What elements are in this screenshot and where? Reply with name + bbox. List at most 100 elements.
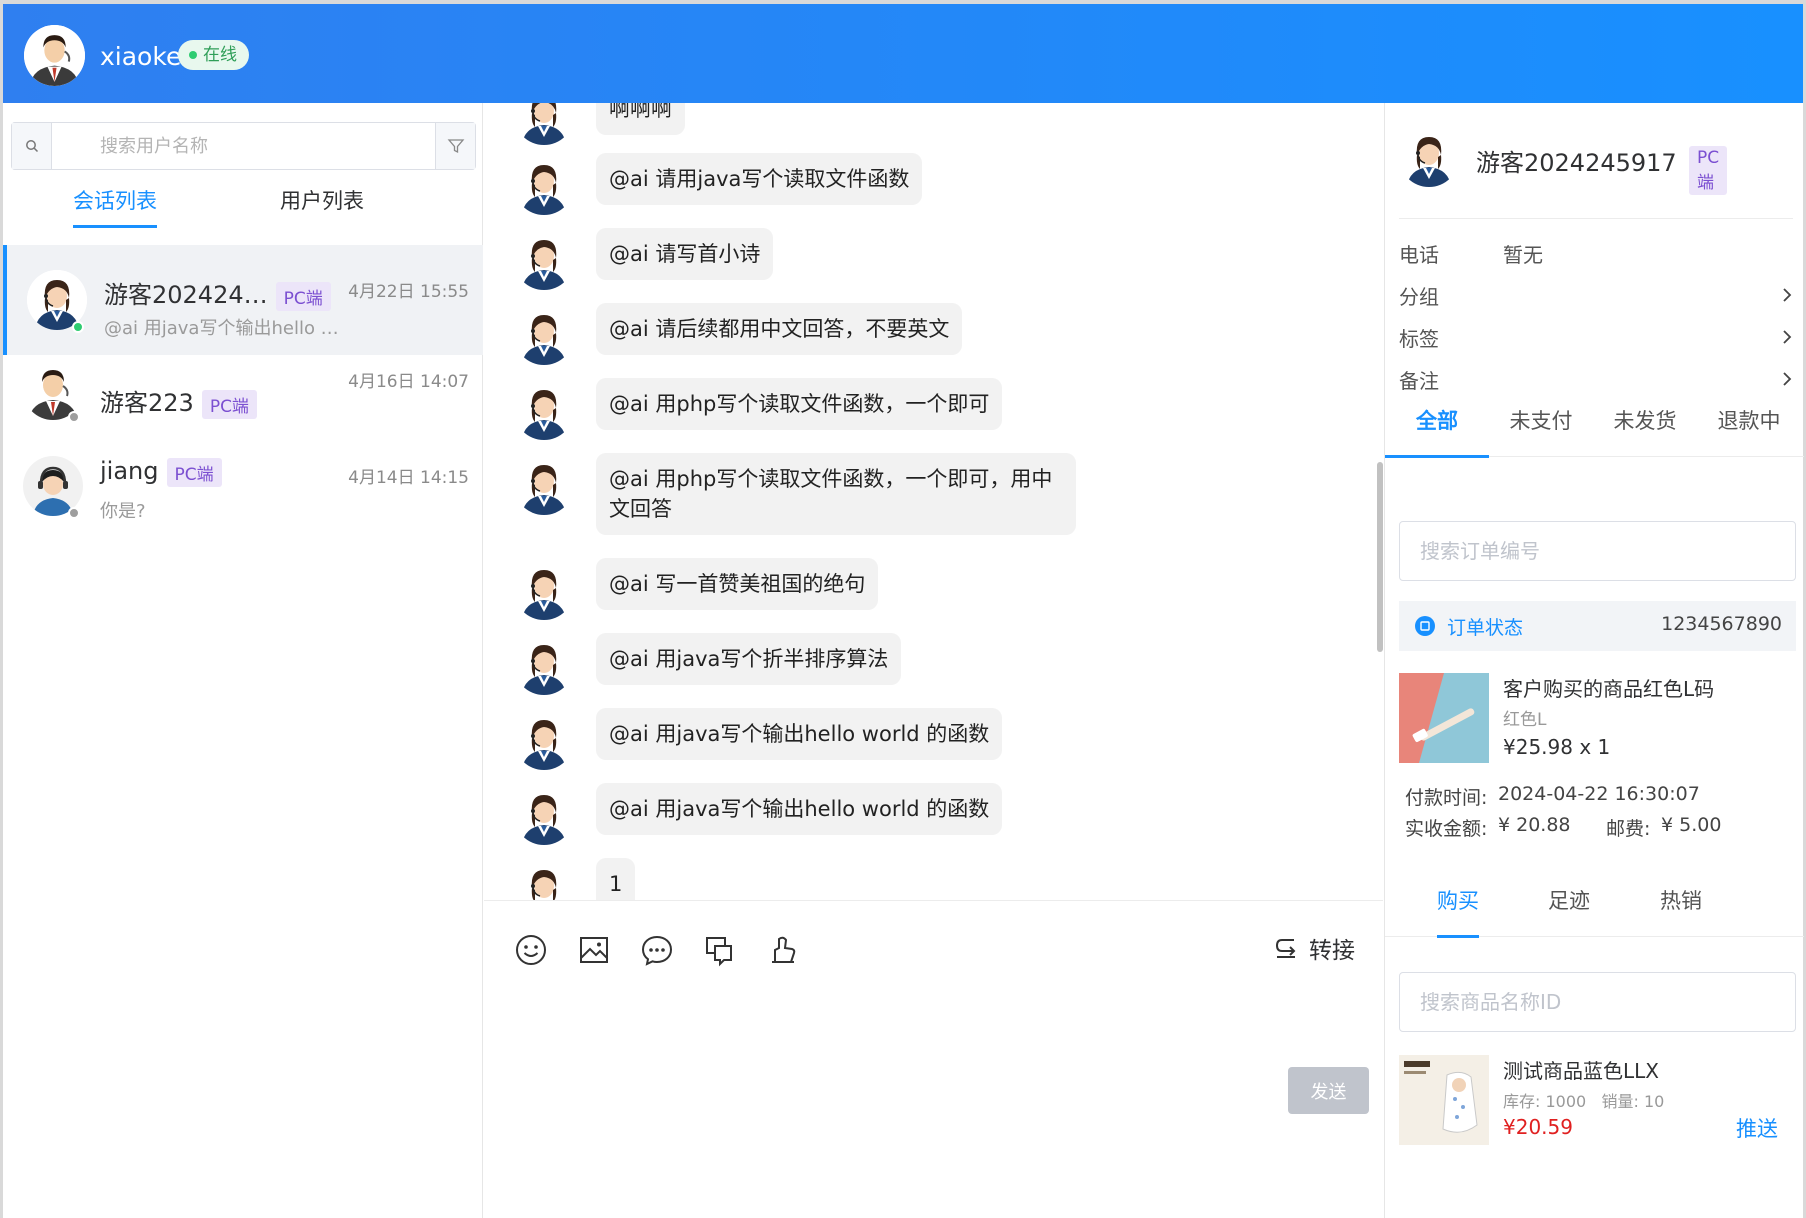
online-dot-icon (189, 51, 197, 59)
avatar (514, 560, 574, 620)
chevron-right-icon (1781, 285, 1793, 309)
transfer-icon (1275, 939, 1296, 958)
message-bubble[interactable]: 啊啊啊 (596, 103, 685, 135)
user-search-input[interactable] (52, 123, 435, 169)
order-search-input[interactable] (1399, 521, 1796, 581)
search-icon[interactable] (12, 123, 52, 169)
info-row-tags[interactable]: 标签 (1399, 323, 1793, 353)
top-header: xiaoke 在线 (3, 4, 1803, 103)
goods-tabs: 购买 足迹 热销 (1385, 885, 1804, 938)
conversation-item[interactable]: jiang PC端 4月14日 14:15 你是? (3, 443, 483, 553)
platform-tag: PC端 (166, 457, 222, 487)
conversation-item[interactable]: 游客202424… PC端 4月22日 15:55 @ai 用java写个输出he… (3, 245, 483, 355)
avatar (514, 305, 574, 365)
avatar (514, 380, 574, 440)
message-bubble[interactable]: @ai 用java写个输出hello world 的函数 (596, 708, 1003, 760)
tab-order-unshipped[interactable]: 未发货 (1593, 405, 1697, 457)
amount-value: ¥ 20.88 (1498, 814, 1571, 836)
online-dot-icon (72, 321, 84, 333)
tab-order-all[interactable]: 全部 (1385, 405, 1489, 458)
platform-tag: PC端 (1689, 146, 1728, 195)
tab-goods-purchased[interactable]: 购买 (1437, 885, 1479, 938)
avatar (514, 710, 574, 770)
chat-panel: 啊啊啊 @ai 请用java写个读取文件函数 @ai 请写首小诗 @ai 请后续… (484, 103, 1383, 1218)
goods-name: 测试商品蓝色LLX (1503, 1059, 1659, 1083)
tab-goods-hot[interactable]: 热销 (1660, 885, 1702, 937)
postage-label: 邮费: (1606, 818, 1651, 840)
order-number: 1234567890 (1661, 613, 1782, 635)
tab-user-list[interactable]: 用户列表 (280, 185, 364, 215)
conversation-name: jiang PC端 (100, 457, 222, 487)
goods-image (1399, 1055, 1489, 1145)
conversation-time: 4月22日 15:55 (348, 282, 469, 302)
info-row-group[interactable]: 分组 (1399, 281, 1793, 311)
conversation-list: 游客202424… PC端 4月22日 15:55 @ai 用java写个输出he… (3, 245, 483, 553)
pay-time-value: 2024-04-22 16:30:07 (1498, 783, 1700, 805)
conversation-item[interactable]: 游客223 PC端 4月16日 14:07 (3, 343, 483, 453)
sidebar-tabs: 会话列表 用户列表 (3, 185, 483, 245)
tab-order-refunding[interactable]: 退款中 (1697, 405, 1801, 457)
order-status-label: 订单状态 (1447, 617, 1524, 639)
avatar (1399, 127, 1459, 187)
tab-conversation-list[interactable]: 会话列表 (73, 185, 157, 228)
order-tabs: 全部 未支付 未发货 退款中 (1385, 405, 1804, 458)
tab-order-unpaid[interactable]: 未支付 (1489, 405, 1593, 457)
message-bubble[interactable]: @ai 用java写个输出hello world 的函数 (596, 783, 1003, 835)
sales-value: 10 (1643, 1092, 1665, 1111)
postage-value: ¥ 5.00 (1661, 814, 1722, 836)
order-status-icon (1415, 616, 1435, 636)
platform-tag: PC端 (201, 389, 257, 419)
message-bubble[interactable]: @ai 写一首赞美祖国的绝句 (596, 558, 879, 610)
send-button[interactable]: 发送 (1288, 1067, 1369, 1114)
platform-tag: PC端 (275, 281, 331, 311)
message-scrollbar[interactable] (1377, 462, 1383, 652)
conversation-sidebar: 会话列表 用户列表 游客202424…PC端 4月22日 15:55 @ai 用… (3, 103, 483, 1218)
info-label: 备注 (1399, 369, 1439, 393)
message-bubble[interactable]: @ai 用php写个读取文件函数，一个即可 (596, 378, 1003, 430)
message-bubble[interactable]: @ai 请后续都用中文回答，不要英文 (596, 303, 963, 355)
conversation-preview: 你是? (100, 501, 146, 522)
info-label: 电话 (1399, 243, 1439, 267)
stock-label: 库存: (1503, 1092, 1541, 1111)
order-status-bar[interactable]: 订单状态 1234567890 (1399, 601, 1796, 651)
goods-stats: 库存: 1000 销量: 10 (1503, 1088, 1664, 1112)
pay-time-label: 付款时间: (1405, 787, 1488, 809)
product-sku: 红色L (1503, 710, 1547, 730)
quick-reply-icon[interactable] (640, 933, 674, 967)
rate-icon[interactable] (766, 933, 800, 967)
image-icon[interactable] (577, 933, 611, 967)
order-product[interactable]: 客户购买的商品红色L码 红色L ¥25.98 x 1 (1399, 673, 1796, 767)
message-list[interactable]: 啊啊啊 @ai 请用java写个读取文件函数 @ai 请写首小诗 @ai 请后续… (484, 103, 1383, 900)
agent-avatar[interactable] (24, 25, 85, 86)
message-bubble[interactable]: @ai 请写首小诗 (596, 228, 774, 280)
goods-price: ¥20.59 (1503, 1115, 1573, 1139)
goods-item[interactable]: 测试商品蓝色LLX 库存: 1000 销量: 10 ¥20.59 推送 (1399, 1055, 1796, 1147)
message-bubble[interactable]: @ai 用php写个读取文件函数，一个即可，用中文回答 (596, 453, 1076, 535)
online-status-label: 在线 (203, 45, 237, 65)
push-button[interactable]: 推送 (1736, 1113, 1778, 1143)
user-search-box (11, 122, 476, 170)
transfer-button[interactable]: 转接 (1273, 931, 1355, 965)
info-row-phone: 电话 暂无 (1399, 239, 1793, 269)
conversation-name: 游客202424… PC端 (104, 275, 331, 311)
info-value: 暂无 (1503, 243, 1543, 267)
tab-goods-footprint[interactable]: 足迹 (1548, 885, 1590, 937)
filter-icon[interactable] (435, 123, 475, 169)
emoji-icon[interactable] (514, 933, 548, 967)
history-icon[interactable] (703, 933, 737, 967)
message-bubble[interactable]: @ai 请用java写个读取文件函数 (596, 153, 923, 205)
info-label: 标签 (1399, 327, 1439, 351)
offline-dot-icon (68, 411, 80, 423)
info-row-remark[interactable]: 备注 (1399, 365, 1793, 395)
chevron-right-icon (1781, 369, 1793, 393)
offline-dot-icon (68, 507, 80, 519)
online-status-badge[interactable]: 在线 (178, 40, 249, 70)
conversation-name-text: 游客223 (100, 389, 194, 417)
avatar (514, 103, 574, 145)
divider (1399, 218, 1793, 219)
message-bubble[interactable]: @ai 用java写个折半排序算法 (596, 633, 902, 685)
goods-search-input[interactable] (1399, 972, 1796, 1032)
message-bubble[interactable]: 1 (596, 858, 636, 900)
app-window: xiaoke 在线 会话列表 用户列表 游客202424…PC端 4 (3, 4, 1804, 1218)
avatar (514, 230, 574, 290)
